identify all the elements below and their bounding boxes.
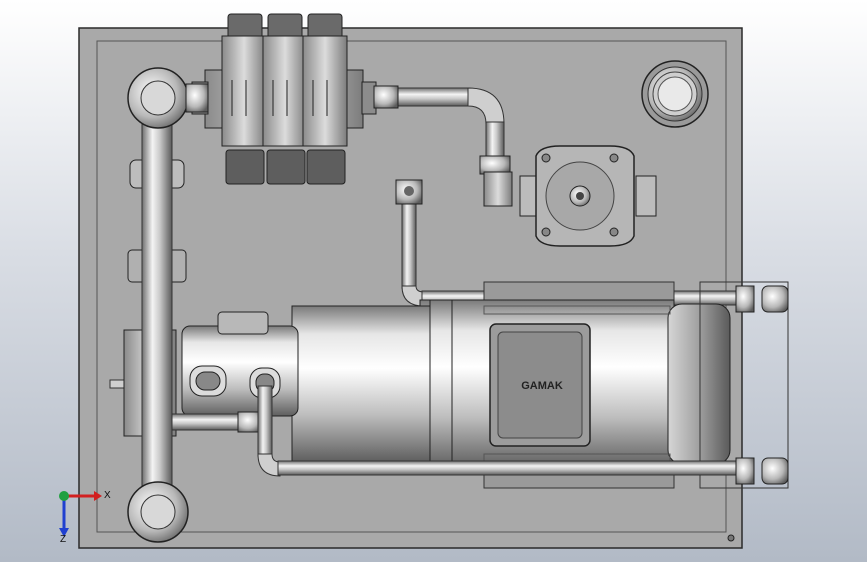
cad-3d-viewport[interactable]: GAMAK X Z (0, 0, 867, 562)
pipe-fitting[interactable] (395, 179, 423, 205)
motor-brand-label: GAMAK (521, 380, 563, 392)
axis-label-x: X (104, 490, 111, 501)
axis-label-z: Z (60, 534, 66, 545)
pipe-fitting[interactable] (735, 457, 789, 485)
pipe-fitting[interactable] (735, 285, 789, 313)
solenoid-valve[interactable] (302, 13, 348, 185)
filler-cap[interactable] (641, 60, 709, 128)
plate-corner-hole (727, 534, 735, 542)
solenoid-valve[interactable] (221, 13, 267, 185)
pipe-elbow-bottom[interactable] (127, 481, 189, 543)
solenoid-valve[interactable] (262, 13, 308, 185)
